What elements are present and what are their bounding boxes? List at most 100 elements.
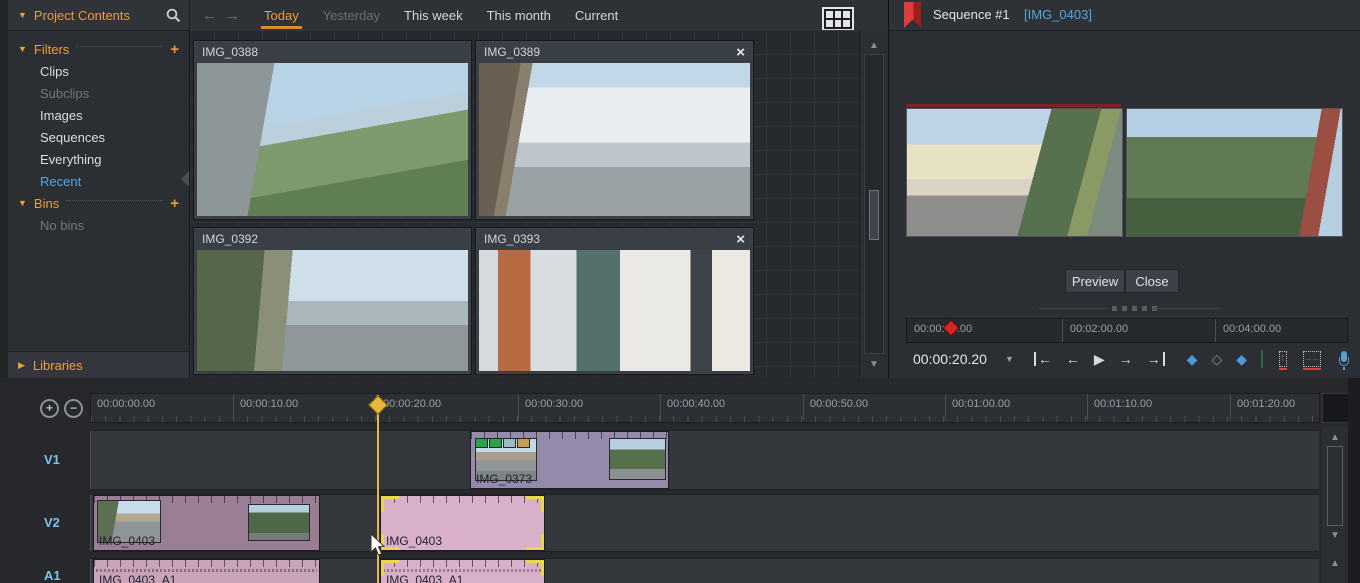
clip-color-bar	[906, 104, 1121, 107]
timeline-clip-img-0373[interactable]: IMG_0373	[470, 431, 669, 489]
scroll-down-icon[interactable]: ▼	[1322, 530, 1348, 541]
preview-button[interactable]: Preview	[1065, 269, 1125, 293]
clip-thumbnail	[248, 504, 310, 541]
tab-this-month[interactable]: This month	[487, 0, 551, 30]
audio-waveform	[96, 569, 317, 572]
clip-thumbnail[interactable]	[197, 63, 468, 216]
clip-frame-ticks	[94, 560, 319, 567]
play-button[interactable]: ▶	[1094, 352, 1105, 366]
timeline-audio-clip-img-0403-a1-selected[interactable]: IMG_0403_A1	[380, 559, 545, 583]
current-timecode[interactable]: 00:00:20.20	[913, 351, 987, 367]
insert-edit-icon[interactable]: ↑	[1279, 351, 1287, 367]
scrollbar-thumb[interactable]	[869, 190, 879, 240]
mark-out-icon[interactable]: ◆	[1236, 351, 1247, 368]
libraries-label: Libraries	[33, 358, 83, 373]
clip-thumbnail[interactable]	[479, 63, 750, 216]
selection-corner-icon	[381, 534, 399, 550]
track-label-v1[interactable]: V1	[44, 452, 60, 467]
clip-effect-chips	[475, 438, 530, 448]
add-filter-button[interactable]: +	[170, 42, 179, 57]
close-clip-icon[interactable]: ×	[736, 45, 745, 60]
clip-card-img-0392[interactable]: IMG_0392	[193, 227, 472, 375]
viewer-ruler-tick: 00:00:00.00	[907, 319, 972, 342]
viewer-frame-right[interactable]	[1126, 108, 1343, 237]
tab-current[interactable]: Current	[575, 0, 618, 30]
scrollbar-thumb[interactable]	[1327, 446, 1343, 526]
clip-thumbnail[interactable]	[479, 250, 750, 371]
ruler-tick: 00:00:30.00	[518, 394, 583, 420]
scroll-up-icon[interactable]: ▲	[1322, 432, 1348, 443]
go-to-start-button[interactable]: ←	[1034, 352, 1052, 366]
timeline-scrollbar[interactable]: ▲ ▼ ▲	[1322, 426, 1348, 583]
close-button[interactable]: Close	[1125, 269, 1179, 293]
step-forward-button[interactable]: →	[1119, 352, 1133, 366]
sidebar-item-images[interactable]: Images	[8, 104, 189, 126]
scrollbar-track[interactable]	[864, 54, 884, 354]
project-contents-header[interactable]: ▼ Project Contents	[8, 0, 189, 31]
viewer-frame-left[interactable]	[906, 108, 1123, 237]
clip-card-title: IMG_0392	[202, 232, 258, 246]
clip-card-title: IMG_0393	[484, 232, 540, 246]
track-label-v2[interactable]: V2	[44, 515, 60, 530]
splitter-handle[interactable]	[1111, 305, 1158, 312]
clip-label: IMG_0403	[99, 534, 155, 548]
tab-today[interactable]: Today	[264, 0, 299, 30]
libraries-section-header[interactable]: ▶ Libraries	[8, 351, 189, 378]
ruler-tick: 00:00:40.00	[660, 394, 725, 420]
step-back-button[interactable]: ←	[1066, 352, 1080, 366]
zoom-in-icon[interactable]: +	[40, 399, 59, 418]
tile-view-icon[interactable]	[822, 7, 854, 31]
history-back-button[interactable]: ←	[202, 7, 217, 24]
history-forward-button[interactable]: →	[225, 7, 240, 24]
track-lane-v1[interactable]	[90, 430, 1319, 490]
selection-corner-icon	[526, 496, 544, 512]
mark-in-icon[interactable]: ◆	[1187, 351, 1198, 368]
timeline-ruler[interactable]: 00:00:00.00 00:00:10.00 00:00:20.00 00:0…	[90, 393, 1320, 423]
timeline-audio-clip-img-0403-a1-left[interactable]: IMG_0403_A1	[93, 559, 320, 583]
search-icon[interactable]	[166, 8, 181, 23]
clip-card-img-0389[interactable]: IMG_0389 ×	[475, 40, 754, 220]
tab-this-week[interactable]: This week	[404, 0, 463, 30]
clip-grid-area: IMG_0388 IMG_0389 × IMG_0392 IMG_0393 ×	[190, 30, 860, 378]
filters-section-header[interactable]: ▼ Filters +	[8, 38, 189, 60]
mark-icon[interactable]: ◇	[1211, 351, 1222, 368]
track-label-a1[interactable]: A1	[44, 568, 61, 583]
clip-browser-panel: ← → Today Yesterday This week This month…	[190, 0, 888, 378]
clip-card-img-0388[interactable]: IMG_0388	[193, 40, 472, 220]
bookmark-icon	[904, 2, 921, 28]
panel-edge	[1348, 378, 1360, 583]
ruler-tick: 00:00:10.00	[233, 394, 298, 420]
sidebar-item-everything[interactable]: Everything	[8, 148, 189, 170]
sequence-title: Sequence #1	[933, 7, 1010, 22]
selection-corner-icon	[526, 534, 544, 550]
viewer-header[interactable]: Sequence #1 [IMG_0403]	[889, 0, 1360, 31]
scroll-up-icon[interactable]: ▲	[860, 40, 888, 51]
close-clip-icon[interactable]: ×	[736, 232, 745, 247]
timeline-clip-img-0403-left[interactable]: IMG_0403	[93, 495, 320, 551]
viewer-ruler-tick: 00:04:00.00	[1215, 319, 1281, 342]
ruler-end-box	[1322, 393, 1350, 423]
scroll-down-icon[interactable]: ▼	[860, 359, 888, 370]
sequence-viewer-panel: Sequence #1 [IMG_0403] Preview Close 00:…	[888, 0, 1360, 378]
sidebar-item-subclips[interactable]: Subclips	[8, 82, 189, 104]
bins-section-header[interactable]: ▼ Bins +	[8, 192, 189, 214]
viewer-timecode-ruler[interactable]: 00:00:00.00 00:02:00.00 00:04:00.00	[906, 318, 1348, 343]
zoom-out-icon[interactable]: −	[64, 399, 83, 418]
clip-label: IMG_0403_A1	[99, 573, 176, 583]
add-bin-button[interactable]: +	[170, 196, 179, 211]
browser-scrollbar[interactable]: ▲ ▼	[859, 30, 888, 378]
transport-bar: 00:00:20.20 ▼ ← ← ▶ → → ◆ ◇ ◆ ↑ →← ↶ ↷	[889, 345, 1360, 373]
sidebar-item-clips[interactable]: Clips	[8, 60, 189, 82]
go-to-end-button[interactable]: →	[1147, 352, 1165, 366]
sidebar-item-sequences[interactable]: Sequences	[8, 126, 189, 148]
clip-thumbnail[interactable]	[197, 250, 468, 371]
replace-edit-icon[interactable]: →←	[1303, 351, 1321, 367]
scroll-up-icon[interactable]: ▲	[1322, 558, 1348, 569]
timeline-clip-img-0403-selected[interactable]: IMG_0403	[380, 495, 545, 551]
timeline-playhead-line[interactable]	[377, 395, 379, 583]
clip-card-img-0393[interactable]: IMG_0393 ×	[475, 227, 754, 375]
sidebar-item-recent[interactable]: Recent	[8, 170, 189, 192]
tab-yesterday[interactable]: Yesterday	[323, 0, 380, 30]
park-marker-icon[interactable]	[1261, 350, 1263, 368]
timecode-dropdown-icon[interactable]: ▼	[1005, 354, 1014, 364]
